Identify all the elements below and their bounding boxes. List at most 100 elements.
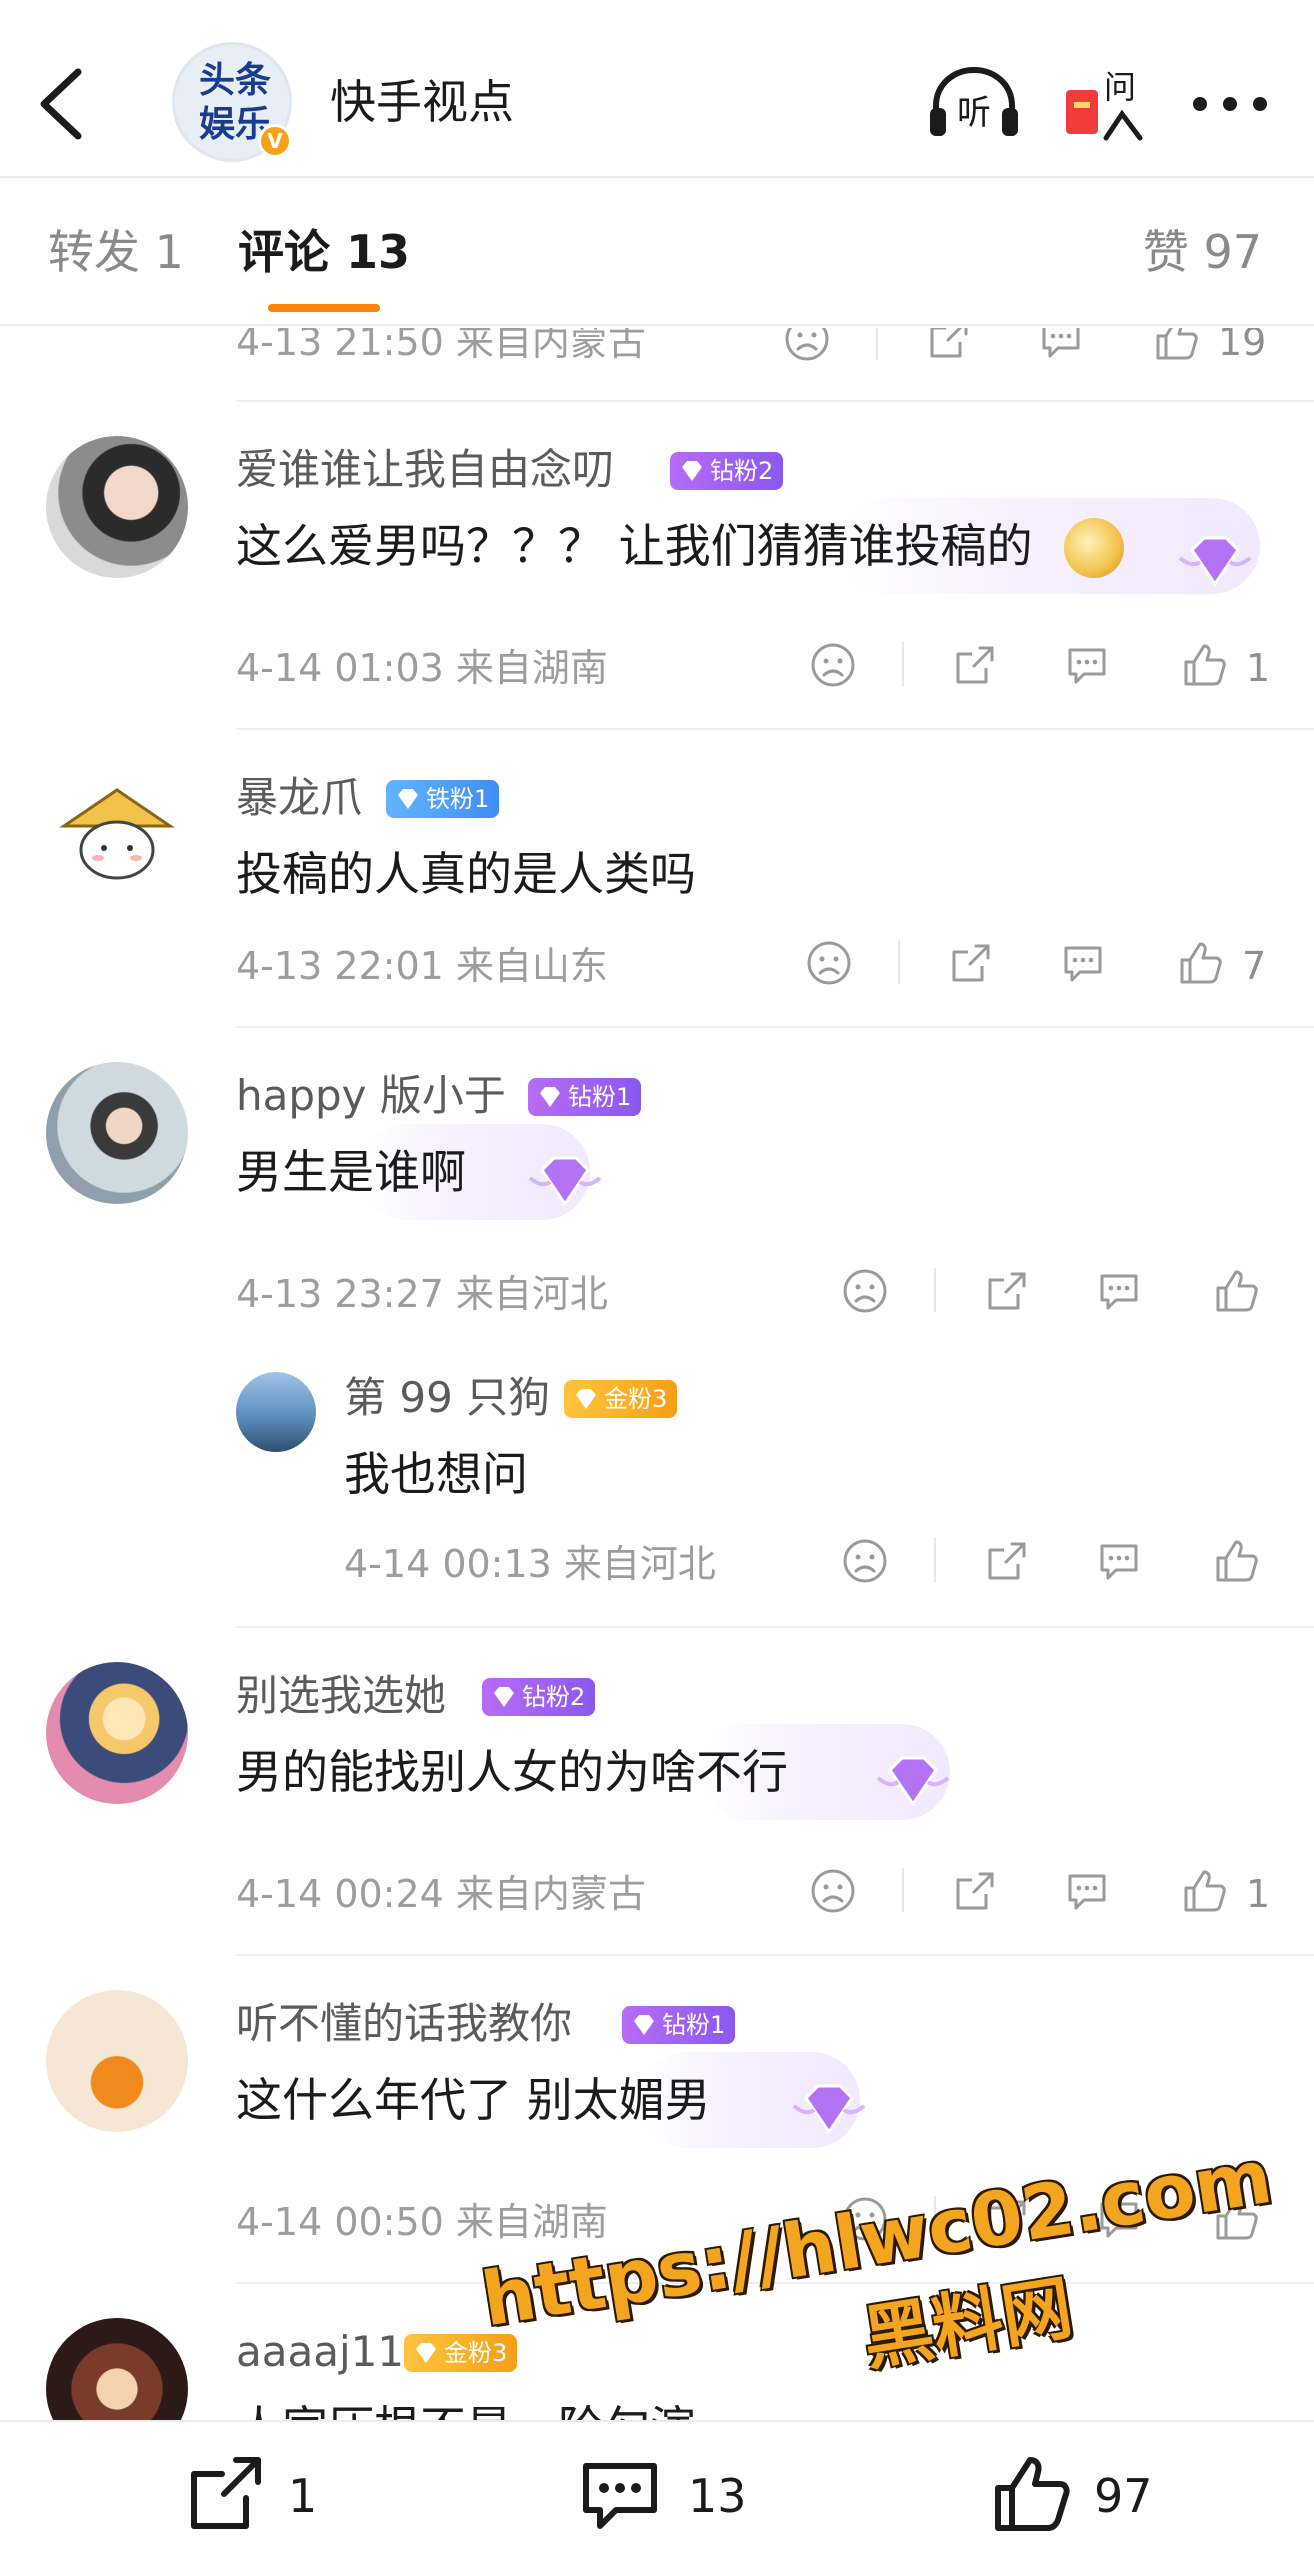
dislike-button[interactable] (840, 1536, 890, 1586)
comment-text: 男生是谁啊 (236, 1145, 466, 1199)
comment-list[interactable]: 4-13 21:50 来自内蒙古 19 爱谁谁让我自由念叨 钻粉2 这么爱男吗？… (0, 328, 1314, 2420)
like-count: 19 (1218, 328, 1267, 364)
comment-text: 投稿的人真的是人类吗 (236, 847, 696, 901)
comment-bubble-icon (1064, 946, 1102, 982)
reply-button[interactable] (1036, 328, 1086, 364)
fan-badge: 铁粉1 (386, 780, 500, 818)
reply-button[interactable] (1058, 938, 1108, 988)
more-button[interactable] (1190, 94, 1270, 114)
thumbs-up-icon (1184, 1870, 1226, 1912)
fan-badge-label: 钻粉1 (662, 2011, 726, 2039)
reply-meta-row: 4-14 00:13 来自河北 (344, 1532, 1314, 1592)
sad-face-icon (785, 328, 829, 361)
diamond-fan-icon (784, 2076, 874, 2146)
avatar[interactable] (46, 1062, 188, 1204)
comment-username[interactable]: happy 版小于 (236, 1070, 506, 1122)
comment-divider (236, 400, 1314, 402)
thumbs-up-icon (1180, 942, 1222, 984)
comment-divider (236, 728, 1314, 730)
share-icon (988, 1542, 1026, 1580)
comment-username[interactable]: 爱谁谁让我自由念叨 (236, 444, 614, 496)
dislike-button[interactable] (808, 1866, 858, 1916)
reply-meta: 4-14 00:13 来自河北 (344, 1542, 716, 1586)
dislike-button[interactable] (808, 640, 858, 690)
ask-button[interactable]: 问 (1064, 60, 1144, 144)
share-icon (191, 2457, 261, 2529)
tab-likes[interactable]: 赞 97 (1143, 222, 1262, 282)
comment-username[interactable]: 听不懂的话我教你 (236, 1998, 572, 2050)
dislike-button[interactable] (840, 1266, 890, 1316)
share-button[interactable] (950, 1866, 1000, 1916)
diamond-fan-icon (1170, 528, 1260, 598)
like-button[interactable] (1212, 1266, 1262, 1316)
share-button[interactable] (982, 1536, 1032, 1586)
comment-meta: 4-13 22:01 来自山东 (236, 944, 608, 988)
diamond-fan-icon (520, 1148, 610, 1218)
like-button[interactable] (1180, 1866, 1230, 1916)
comment-divider (236, 1954, 1314, 1956)
diamond-fan-icon (868, 1748, 958, 1818)
action-separator (934, 1268, 936, 1312)
comment-username[interactable]: aaaaj11 (236, 2326, 404, 2378)
headphones-icon: 听 (930, 66, 1018, 136)
like-count: 97 (1094, 2469, 1153, 2523)
share-icon (956, 646, 994, 684)
comment-username[interactable]: 别选我选她 (236, 1670, 446, 1722)
comment-button[interactable]: 13 (578, 2448, 758, 2538)
dislike-button[interactable] (782, 328, 832, 364)
share-button[interactable] (946, 938, 996, 988)
fan-badge: 钻粉2 (482, 1678, 596, 1716)
comment-text: 这么爱男吗？？？ 让我们猜猜谁投稿的 (236, 516, 1033, 576)
comment-username[interactable]: 暴龙爪 (236, 772, 362, 824)
reply-button[interactable] (1062, 640, 1112, 690)
thumbs-up-icon (1216, 1270, 1258, 1312)
thumbs-up-icon (995, 2457, 1070, 2531)
avatar[interactable] (46, 2318, 188, 2420)
thumbs-up-icon (1216, 1540, 1258, 1582)
doge-emoji-icon (1064, 518, 1124, 578)
comment-text: 男的能找别人女的为啥不行 (236, 1745, 788, 1799)
reply-button[interactable] (1094, 1266, 1144, 1316)
comment-bubble-icon (1100, 1274, 1138, 1310)
action-separator (934, 1538, 936, 1582)
dislike-button[interactable] (804, 938, 854, 988)
back-button[interactable] (34, 66, 88, 142)
like-button[interactable] (1180, 640, 1230, 690)
comment-meta-row: 4-14 00:24 来自内蒙古 1 (236, 1862, 1314, 1922)
listen-button[interactable]: 听 (926, 62, 1022, 142)
reply-username[interactable]: 第 99 只狗 (344, 1372, 550, 1424)
diamond-icon (634, 2015, 654, 2035)
like-button[interactable] (1176, 938, 1226, 988)
comment-meta-row: 4-14 01:03 来自湖南 1 (236, 636, 1314, 696)
tab-comments[interactable]: 评论 13 (238, 222, 410, 282)
like-count: 1 (1246, 646, 1271, 690)
avatar[interactable] (46, 764, 188, 906)
reply-avatar[interactable] (236, 1372, 316, 1452)
like-button[interactable]: 97 (990, 2448, 1170, 2538)
share-button[interactable] (950, 640, 1000, 690)
share-icon (952, 944, 990, 982)
comment-bubble-icon (1100, 1544, 1138, 1580)
like-button[interactable] (1212, 1536, 1262, 1586)
reply-text: 我也想问 (344, 1447, 528, 1501)
comment-bubble-icon (1042, 328, 1080, 358)
repost-button[interactable]: 1 (184, 2448, 344, 2538)
account-name[interactable]: 快手视点 (330, 72, 514, 132)
comment-count: 13 (688, 2469, 747, 2523)
comment-meta: 4-13 23:27 来自河北 (236, 1272, 608, 1316)
action-separator (876, 328, 878, 360)
avatar[interactable] (46, 436, 188, 578)
tab-repost[interactable]: 转发 1 (48, 222, 184, 282)
share-button[interactable] (924, 328, 974, 364)
avatar[interactable] (46, 1990, 188, 2132)
red-envelope-ask-icon: 问 (1066, 68, 1143, 141)
repost-count: 1 (288, 2469, 318, 2523)
reply-button[interactable] (1062, 1866, 1112, 1916)
reply-button[interactable] (1094, 1536, 1144, 1586)
like-button[interactable] (1152, 328, 1202, 364)
action-separator (902, 642, 904, 686)
share-button[interactable] (982, 1266, 1032, 1316)
diamond-icon (494, 1687, 514, 1707)
avatar[interactable] (46, 1662, 188, 1804)
tab-bar: 转发 1 评论 13 赞 97 (0, 180, 1314, 326)
